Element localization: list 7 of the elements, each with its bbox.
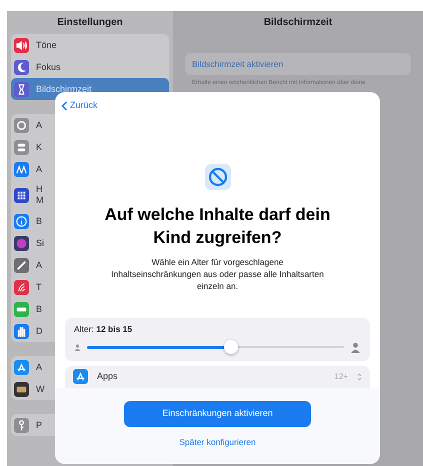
sheet-title: Auf welche Inhalte darf dein Kind zugreifen?	[104, 204, 332, 248]
age-label: Alter: 12 bis 15	[74, 322, 134, 336]
sheet-description: Wähle ein Alter für vorgeschlagene Inhaltseinschränkungen aus oder passe alle Inhaltsarten einzeln an.	[110, 256, 325, 292]
detail-title: Bildschirmzeit	[262, 16, 334, 30]
sidebar-title: Einstellungen	[56, 16, 124, 30]
row-value: 12+	[334, 370, 348, 382]
row-label: Apps	[97, 370, 119, 383]
